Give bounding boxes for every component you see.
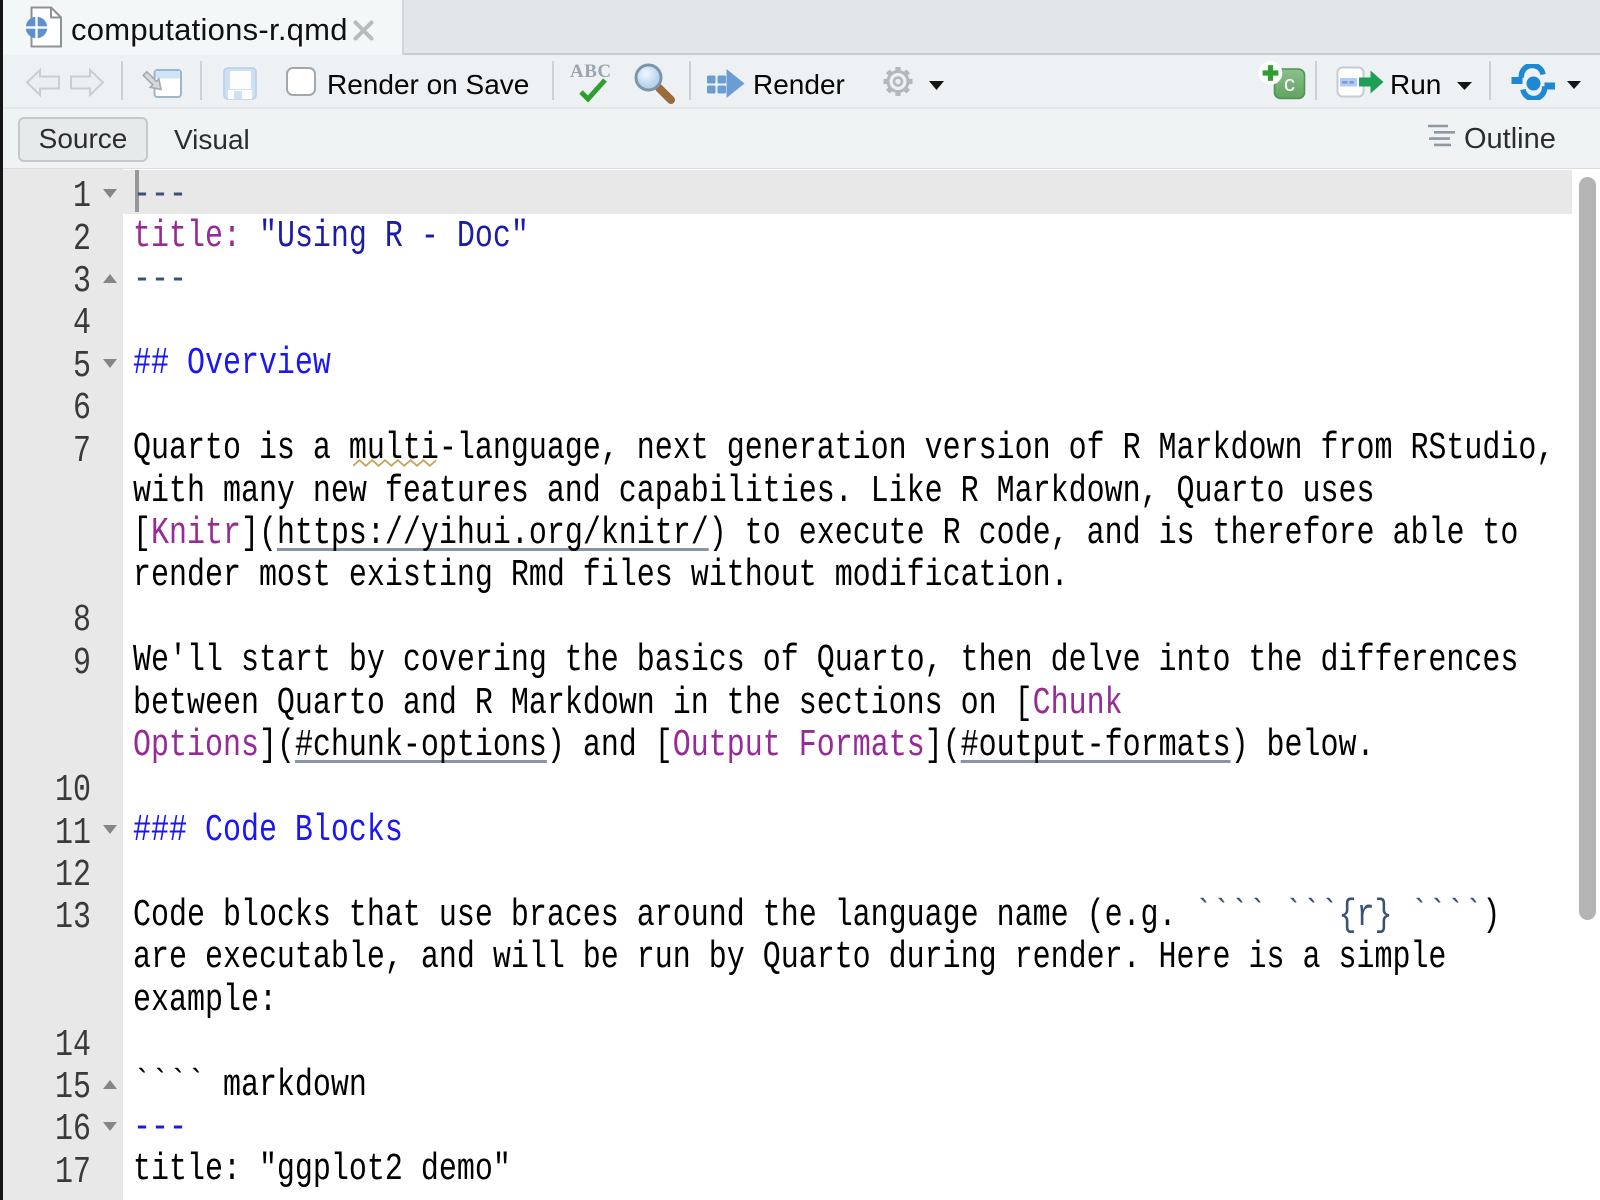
svg-text:c: c xyxy=(1284,71,1295,96)
